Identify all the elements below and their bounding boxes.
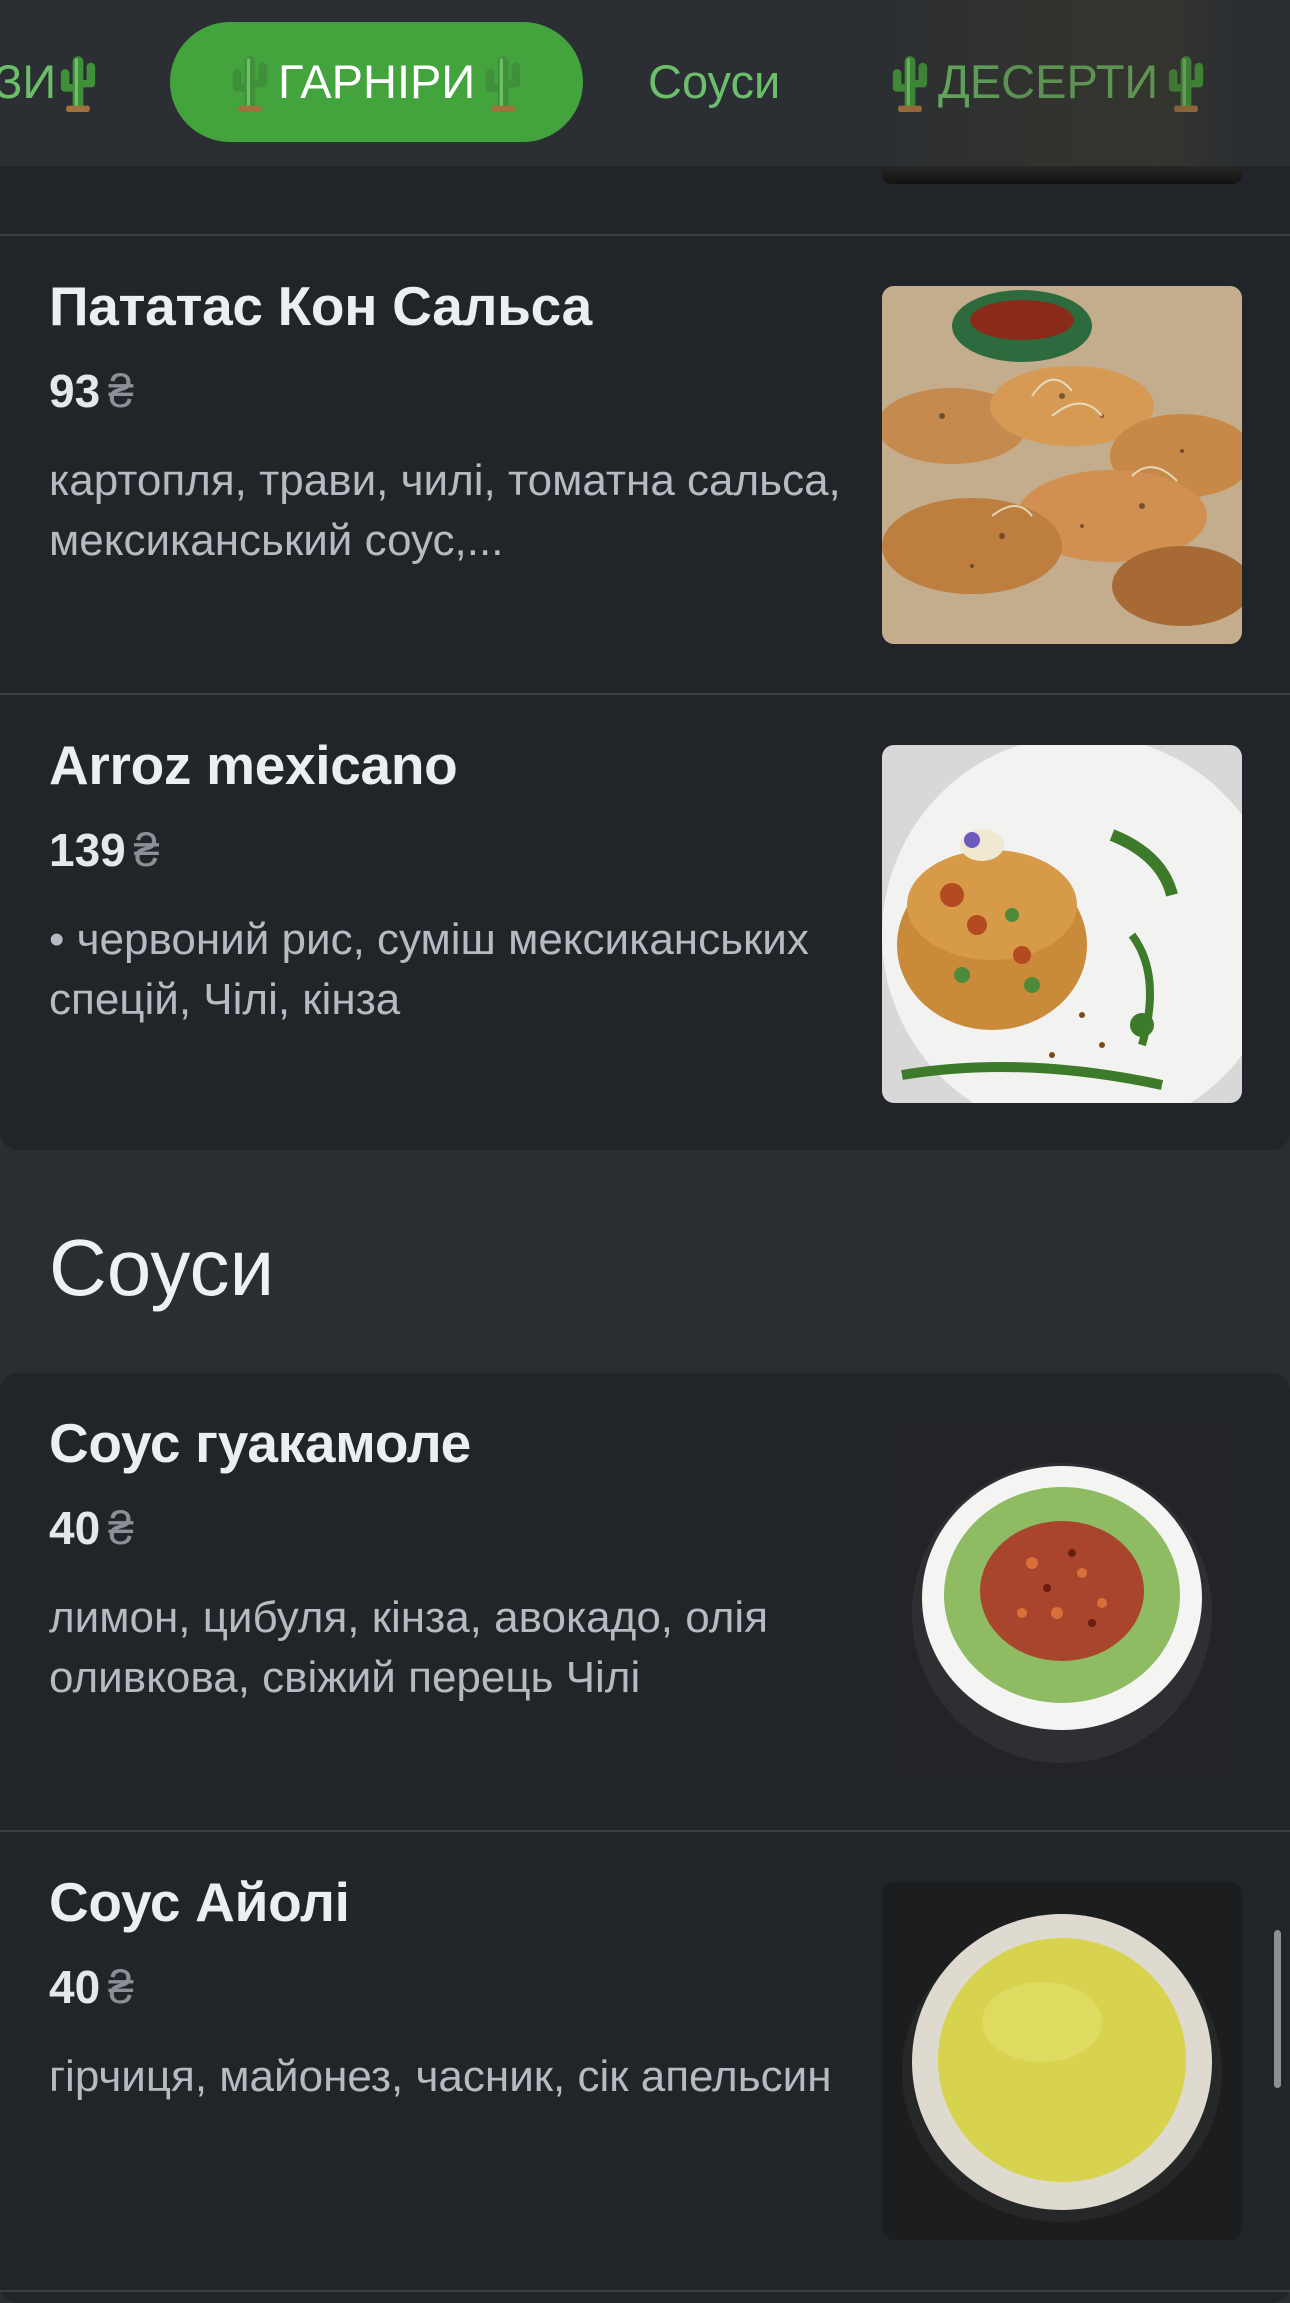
tab-label: ЗИ	[0, 55, 57, 108]
item-description: лимон, цибуля, кінза, авокадо, олія олив…	[49, 1593, 769, 1702]
category-tab-bar: ЗИ ГАРНІРИ Соуси ДЕСЕРТИ	[0, 0, 1290, 166]
menu-item[interactable]: Пататас Кон Сальса 93 ₴ картопля, трави, …	[0, 236, 1290, 694]
cactus-icon	[481, 52, 525, 112]
item-price: 40 ₴	[49, 1502, 134, 1554]
tab-label: ДЕСЕРТИ	[938, 55, 1159, 108]
tab-label: ГАРНІРИ	[278, 55, 476, 108]
section-title-sauces: Соуси	[49, 1223, 275, 1312]
scrollbar[interactable]	[1274, 1930, 1281, 2088]
item-price: 93 ₴	[49, 365, 134, 417]
item-price: 40 ₴	[49, 1961, 134, 2013]
tab-label: Соуси	[648, 55, 781, 108]
item-photo	[882, 745, 1242, 1103]
cactus-icon	[888, 52, 932, 112]
menu-category-card: Соус гуакамоле 40 ₴ лимон, цибуля, кінза,…	[0, 1373, 1290, 2303]
tab-sauces[interactable]: Соуси	[648, 22, 780, 142]
tab-desserts[interactable]: ДЕСЕРТИ	[888, 22, 1208, 142]
item-name: Arroz mexicano	[49, 734, 458, 796]
menu-item[interactable]: Соус Айолі 40 ₴ гірчиця, майонез, часник,…	[0, 1832, 1290, 2290]
divider	[0, 2290, 1290, 2292]
tab-garnishes[interactable]: ГАРНІРИ	[170, 22, 584, 142]
item-price: 139 ₴	[49, 824, 160, 876]
tab-previous-category[interactable]: ЗИ	[0, 22, 100, 142]
item-photo	[882, 1882, 1242, 2240]
item-photo	[882, 286, 1242, 644]
menu-item[interactable]: Arroz mexicano 139 ₴ • червоний рис, сумі…	[0, 695, 1290, 1153]
cactus-icon	[56, 52, 100, 112]
item-name: Пататас Кон Сальса	[49, 275, 592, 337]
cactus-icon	[1164, 52, 1208, 112]
item-description: картопля, трави, чилі, томатна сальса, м…	[49, 456, 841, 565]
cactus-icon	[228, 52, 272, 112]
item-description: гірчиця, майонез, часник, сік апельсин	[49, 2052, 832, 2101]
item-photo	[882, 1423, 1242, 1781]
item-name: Соус Айолі	[49, 1871, 350, 1933]
item-name: Соус гуакамоле	[49, 1412, 471, 1474]
menu-item[interactable]: Соус гуакамоле 40 ₴ лимон, цибуля, кінза,…	[0, 1373, 1290, 1831]
item-description: • червоний рис, суміш мексиканських спец…	[49, 915, 809, 1024]
